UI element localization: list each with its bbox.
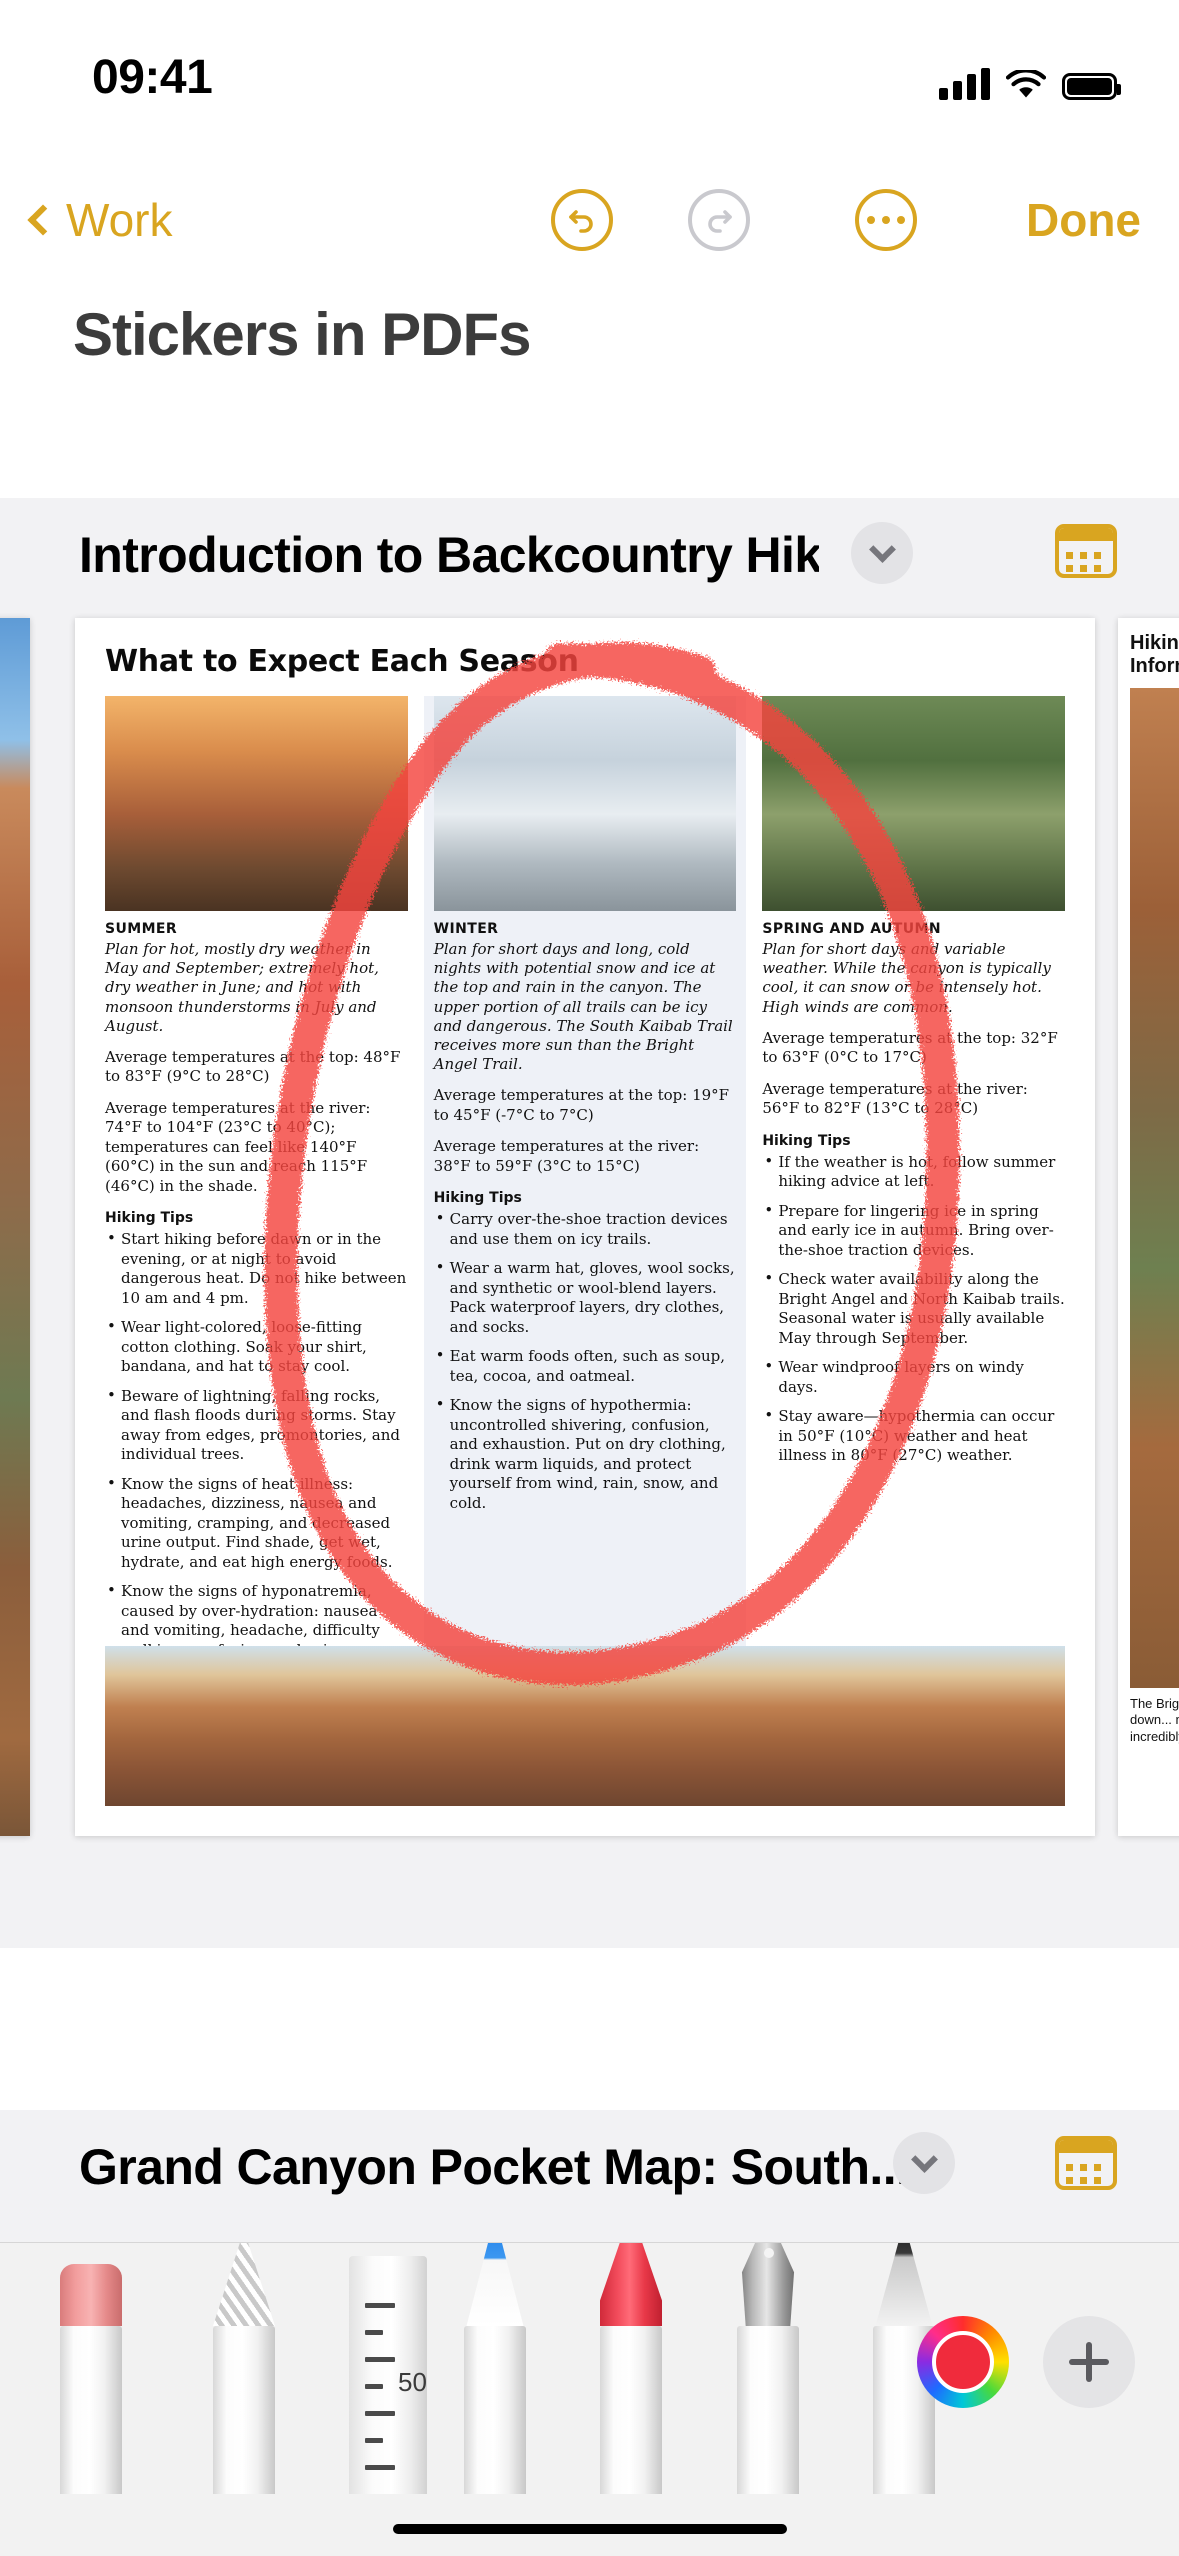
undo-button[interactable] (551, 189, 613, 251)
hiker-water-station-photo (762, 696, 1066, 911)
next-page-heading: Hiking Information (1130, 632, 1179, 677)
season-temp-river: Average temperatures at the river: 38°F … (433, 1137, 700, 1175)
hiking-tips-label: Hiking Tips (433, 1190, 522, 1207)
season-temp-top: Average temperatures at the top: 32°F to… (762, 1028, 1058, 1067)
pdf-attachment-block: Introduction to Backcountry Hiking What … (0, 498, 1179, 1948)
season-column-winter: WINTER Plan for short days and long, col… (423, 696, 747, 1646)
hiking-tips-list: Carry over-the-shoe traction devices and… (434, 1209, 737, 1513)
season-temp-river: Average temperatures at the river: 56°F … (762, 1079, 1028, 1118)
pdf-pages-strip[interactable]: What to Expect Each Season SUMMER Plan f… (0, 608, 1179, 1848)
hiking-tips-list: If the weather is hot, follow summer hik… (762, 1152, 1065, 1466)
battery-icon (1062, 73, 1121, 100)
page-grid-icon[interactable] (1055, 524, 1117, 578)
navigation-bar: Work Done (0, 185, 1179, 285)
list-item: Carry over-the-shoe traction devices and… (434, 1209, 737, 1249)
tool-body (464, 2326, 526, 2494)
season-name: SUMMER (105, 921, 178, 937)
note-body-gap (0, 1948, 1179, 2110)
canyon-sunset-photo (105, 696, 408, 911)
tool-body (737, 2326, 799, 2494)
attachment-title-2: Grand Canyon Pocket Map: South... (79, 2139, 910, 2195)
chevron-down-icon (910, 2145, 938, 2173)
page-grid-icon-2[interactable] (1055, 2136, 1117, 2190)
snowy-trail-photo (433, 696, 737, 911)
page-title: Stickers in PDFs (73, 301, 532, 368)
season-name: WINTER (433, 921, 499, 937)
cellular-signal-icon (939, 68, 990, 100)
canyon-panorama-photo (105, 1646, 1065, 1806)
pdf-page-next[interactable]: Hiking Information The Bright Angel Faul… (1118, 618, 1179, 1836)
list-item: Wear windproof layers on windy days. (762, 1357, 1065, 1397)
ellipsis-circle-icon (867, 216, 905, 224)
canyon-photo (1130, 688, 1179, 1688)
list-item: If the weather is hot, follow summer hik… (762, 1152, 1065, 1192)
season-column-summer: SUMMER Plan for hot, mostly dry weather … (105, 696, 408, 1717)
ruler-ticks (365, 2303, 395, 2492)
redo-arrow-icon (708, 210, 732, 233)
season-temp-top: Average temperatures at the top: 19°F to… (433, 1086, 730, 1124)
pdf-page-current[interactable]: What to Expect Each Season SUMMER Plan f… (75, 618, 1095, 1836)
attachment-title: Introduction to Backcountry Hiking (79, 527, 819, 583)
pdf-attachment-block-2: Grand Canyon Pocket Map: South... (0, 2110, 1179, 2242)
status-bar-indicators (939, 58, 1121, 100)
tool-size-value: 50 (398, 2367, 427, 2397)
list-item: Check water availability along the Brigh… (762, 1269, 1065, 1348)
markup-toolbar[interactable]: 50 (0, 2242, 1179, 2494)
season-temp-river: Average temperatures at the river: 74°F … (105, 1098, 371, 1195)
season-intro: Plan for short days and variable weather… (762, 940, 1051, 1016)
list-item: Wear a warm hat, gloves, wool socks, and… (434, 1258, 737, 1337)
color-wheel-icon[interactable] (917, 2316, 1009, 2408)
eraser-tip-icon (60, 2264, 122, 2326)
back-to-work-button[interactable]: Work (26, 193, 173, 247)
list-item: Beware of lightning, falling rocks, and … (105, 1386, 408, 1465)
season-intro: Plan for short days and long, cold night… (433, 940, 733, 1074)
selected-color-swatch (932, 2331, 994, 2393)
next-page-caption: The Bright Angel Fault down... maintaine… (1130, 1696, 1179, 1744)
canyon-photo-strip (0, 618, 30, 1836)
pencil-tip-icon (875, 2243, 933, 2326)
list-item: Prepare for lingering ice in spring and … (762, 1201, 1065, 1261)
done-button[interactable]: Done (1026, 193, 1141, 247)
season-temp-top: Average temperatures at the top: 48°F to… (105, 1047, 401, 1086)
iphone-screen: 09:41 Work Done Stickers in PDFs Introdu… (0, 0, 1179, 2556)
redo-button[interactable] (688, 189, 750, 251)
list-item: Wear light-colored, loose-fitting cotton… (105, 1317, 408, 1377)
season-name: SPRING AND AUTUMN (762, 921, 941, 937)
status-bar-time: 09:41 (92, 51, 213, 104)
list-item: Stay aware—hypothermia can occur in 50°F… (762, 1406, 1065, 1466)
list-item: Start hiking before dawn or in the eveni… (105, 1229, 408, 1308)
chevron-down-icon (868, 535, 896, 563)
hiking-tips-label: Hiking Tips (762, 1132, 851, 1149)
pdf-page-heading: What to Expect Each Season (105, 644, 579, 679)
attachment-header: Introduction to Backcountry Hiking (0, 498, 1179, 608)
attachment-collapse-button[interactable] (851, 522, 913, 584)
season-intro: Plan for hot, mostly dry weather in May … (105, 940, 379, 1035)
back-button-label: Work (66, 194, 173, 246)
list-item: Eat warm foods often, such as soup, tea,… (434, 1346, 737, 1386)
marker-tip-icon (600, 2243, 662, 2326)
home-indicator[interactable] (392, 2524, 787, 2534)
pen-tip-icon (466, 2243, 524, 2326)
shaded-pencil-tip-icon (213, 2243, 275, 2326)
attachment-collapse-button-2[interactable] (893, 2132, 955, 2194)
list-item: Know the signs of heat illness: headache… (105, 1474, 408, 1573)
pdf-season-columns: SUMMER Plan for hot, mostly dry weather … (105, 696, 1066, 1717)
pdf-page-previous[interactable] (0, 618, 30, 1836)
undo-arrow-icon (569, 210, 593, 233)
home-indicator-area (0, 2494, 1179, 2556)
chevron-left-icon (27, 204, 59, 236)
tool-body (60, 2326, 122, 2494)
tool-body (213, 2326, 275, 2494)
status-bar: 09:41 (0, 0, 1179, 108)
more-options-button[interactable] (855, 189, 917, 251)
list-item: Know the signs of hypothermia: uncontrol… (434, 1395, 737, 1513)
tool-body (600, 2326, 662, 2494)
wifi-icon (1005, 68, 1047, 100)
hiking-tips-label: Hiking Tips (105, 1210, 194, 1227)
season-column-spring-autumn: SPRING AND AUTUMN Plan for short days an… (762, 696, 1066, 1646)
nib-hole (764, 2248, 774, 2258)
add-tool-button[interactable] (1043, 2316, 1135, 2408)
